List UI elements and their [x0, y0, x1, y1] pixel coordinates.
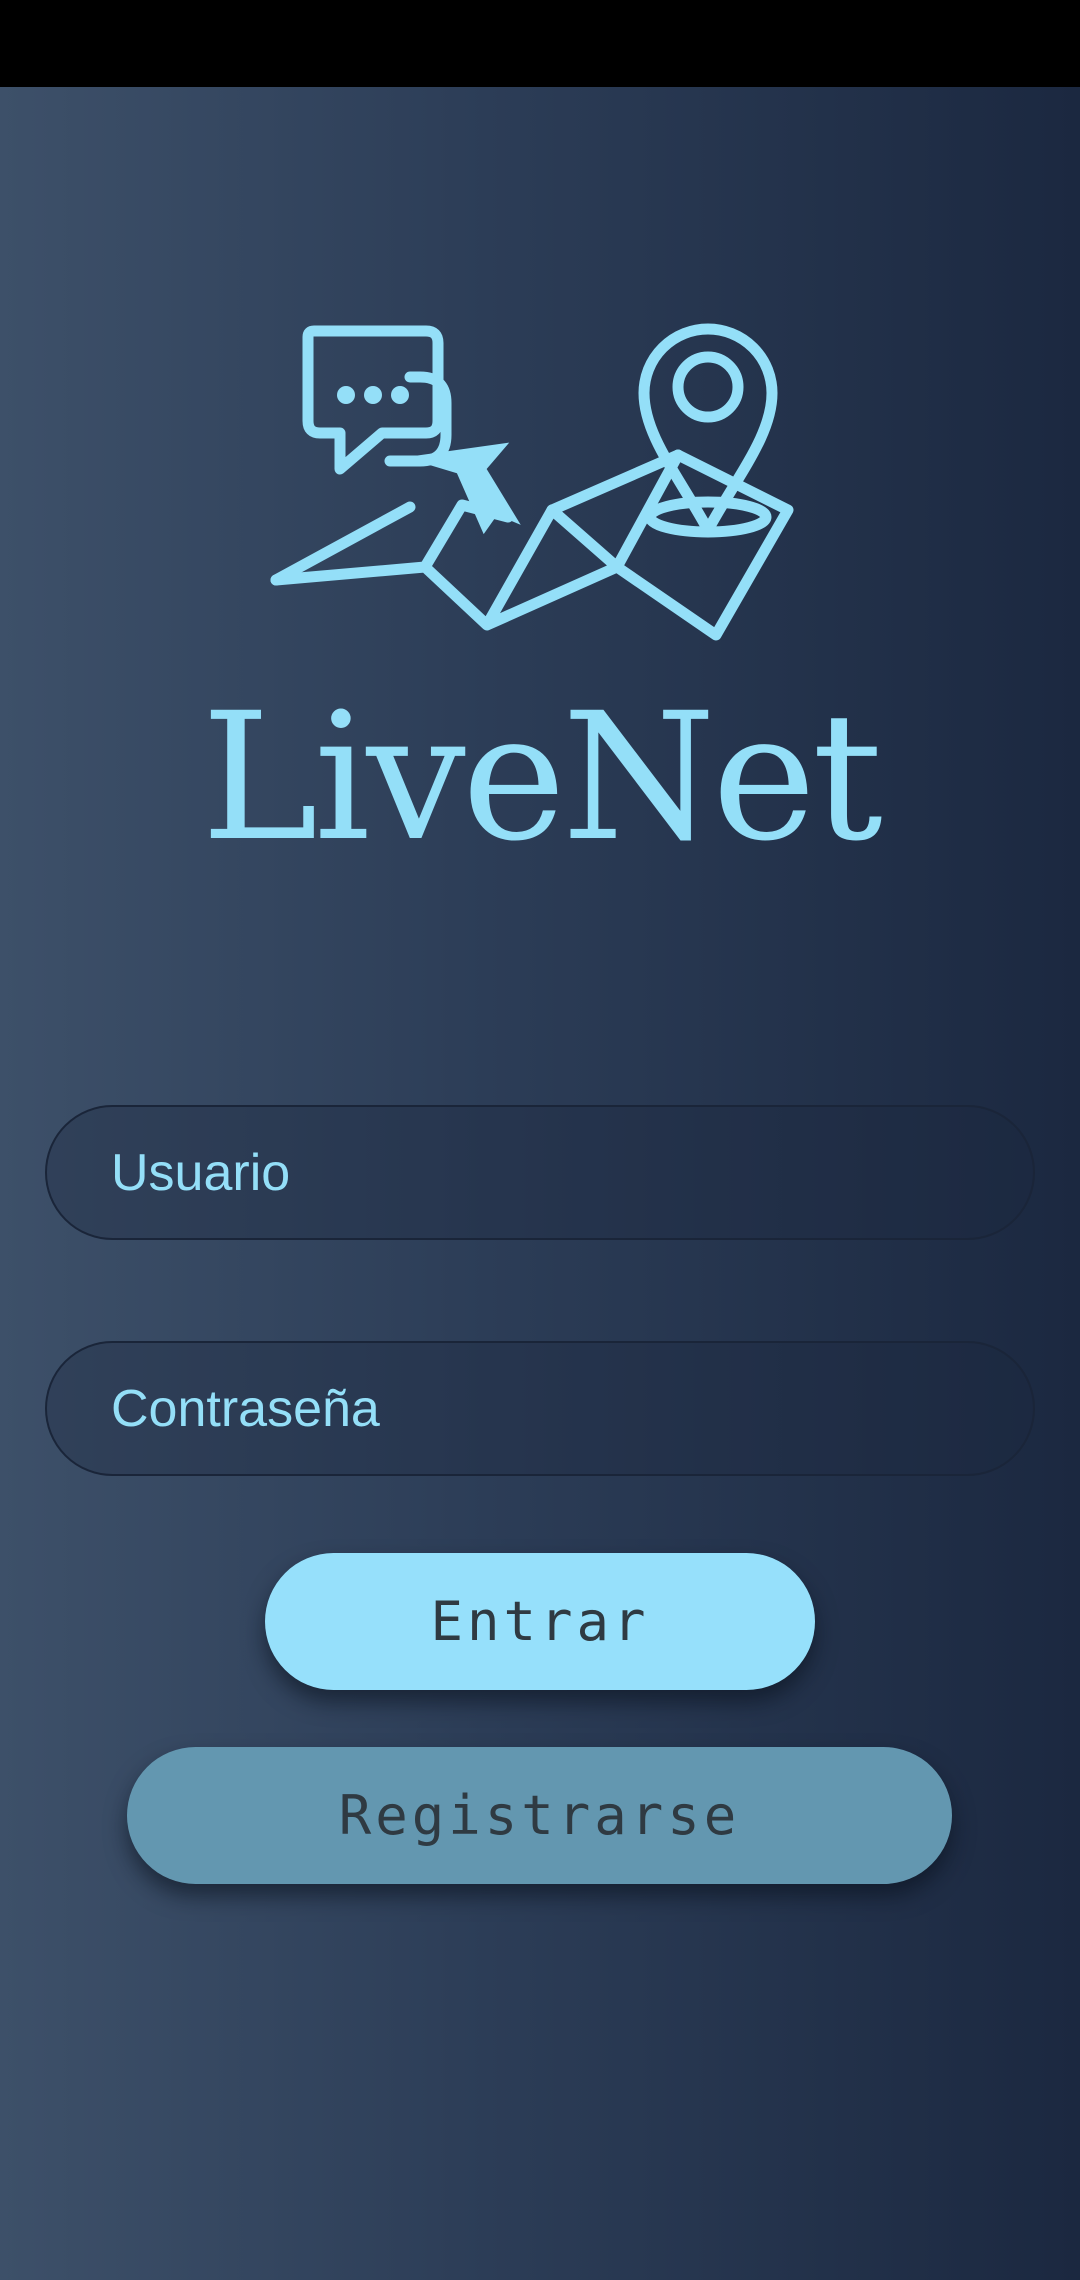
password-input[interactable] — [111, 1343, 991, 1474]
register-button[interactable]: Registrarse — [127, 1747, 952, 1884]
app-logo-text: LiveNet — [201, 675, 883, 880]
username-input[interactable] — [111, 1107, 991, 1238]
status-bar — [0, 0, 1080, 87]
username-field[interactable] — [45, 1105, 1035, 1240]
login-button[interactable]: Entrar — [265, 1553, 815, 1690]
chat-map-pin-logo-icon — [270, 323, 794, 641]
password-field[interactable] — [45, 1341, 1035, 1476]
